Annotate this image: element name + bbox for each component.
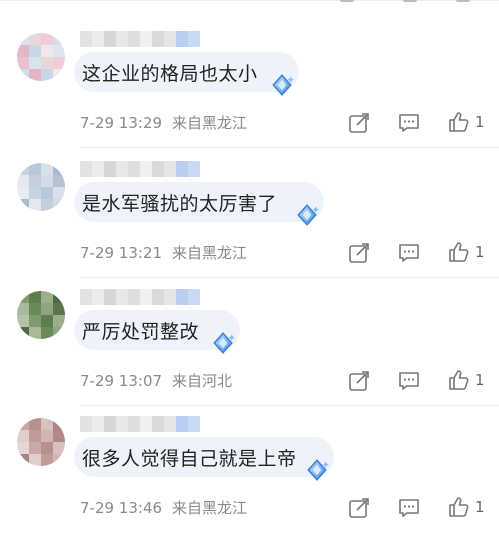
comment-item: 严厉处罚整改 7-29 13:07 来自河北 1 [0, 278, 499, 406]
like-count: 1 [475, 371, 485, 389]
comment-item: 这企业的格局也太小 7-29 13:29 来自黑龙江 1 [0, 20, 499, 148]
comment-text: 很多人觉得自己就是上帝 [82, 447, 297, 470]
comment-bubble-icon[interactable] [397, 369, 421, 393]
comment-time: 7-29 13:21 [80, 244, 163, 262]
diamond-gem-icon [272, 74, 294, 96]
comment-location: 来自黑龙江 [172, 244, 248, 262]
like-count: 1 [475, 243, 485, 261]
comment-meta: 7-29 13:21 来自黑龙江 [80, 242, 247, 263]
avatar[interactable] [17, 291, 65, 339]
like-count: 1 [475, 498, 485, 516]
username-mosaic[interactable] [80, 31, 200, 47]
top-icon-strip [0, 0, 499, 8]
comment-text: 严厉处罚整改 [82, 320, 200, 343]
thumbs-up-icon[interactable] [447, 495, 471, 519]
comment-time: 7-29 13:46 [80, 499, 163, 517]
thumbs-up-icon[interactable] [447, 368, 471, 392]
thumbs-up-icon[interactable] [447, 240, 471, 264]
comment-text: 是水军骚扰的太厉害了 [82, 192, 278, 215]
username-mosaic[interactable] [80, 289, 200, 305]
username-mosaic[interactable] [80, 416, 200, 432]
comment-bubble-icon[interactable] [397, 496, 421, 520]
share-edit-icon[interactable] [347, 496, 371, 520]
comment-meta: 7-29 13:29 来自黑龙江 [80, 112, 247, 133]
thumbs-up-icon[interactable] [447, 110, 471, 134]
comment-bubble-icon[interactable] [397, 111, 421, 135]
comment-location: 来自黑龙江 [172, 499, 248, 517]
comment-meta: 7-29 13:46 来自黑龙江 [80, 497, 247, 518]
share-edit-icon[interactable] [347, 241, 371, 265]
comment-time: 7-29 13:07 [80, 372, 163, 390]
comment-location: 来自河北 [172, 372, 233, 390]
comment-bubble[interactable]: 这企业的格局也太小 [74, 52, 299, 92]
diamond-gem-icon [307, 459, 329, 481]
comment-meta: 7-29 13:07 来自河北 [80, 370, 232, 391]
share-edit-icon[interactable] [347, 369, 371, 393]
comment-bubble[interactable]: 是水军骚扰的太厉害了 [74, 182, 324, 222]
comment-item: 是水军骚扰的太厉害了 7-29 13:21 来自黑龙江 1 [0, 150, 499, 278]
avatar[interactable] [17, 163, 65, 211]
row-divider [80, 147, 499, 148]
comment-location: 来自黑龙江 [172, 114, 248, 132]
avatar[interactable] [17, 33, 65, 81]
diamond-gem-icon [213, 332, 235, 354]
comment-time: 7-29 13:29 [80, 114, 163, 132]
diamond-gem-icon [297, 204, 319, 226]
comment-text: 这企业的格局也太小 [82, 62, 258, 85]
comment-item: 很多人觉得自己就是上帝 7-29 13:46 来自黑龙江 1 [0, 405, 499, 533]
comment-bubble[interactable]: 很多人觉得自己就是上帝 [74, 437, 334, 477]
like-count: 1 [475, 113, 485, 131]
avatar[interactable] [17, 418, 65, 466]
share-edit-icon[interactable] [347, 111, 371, 135]
username-mosaic[interactable] [80, 161, 200, 177]
comment-bubble-icon[interactable] [397, 241, 421, 265]
